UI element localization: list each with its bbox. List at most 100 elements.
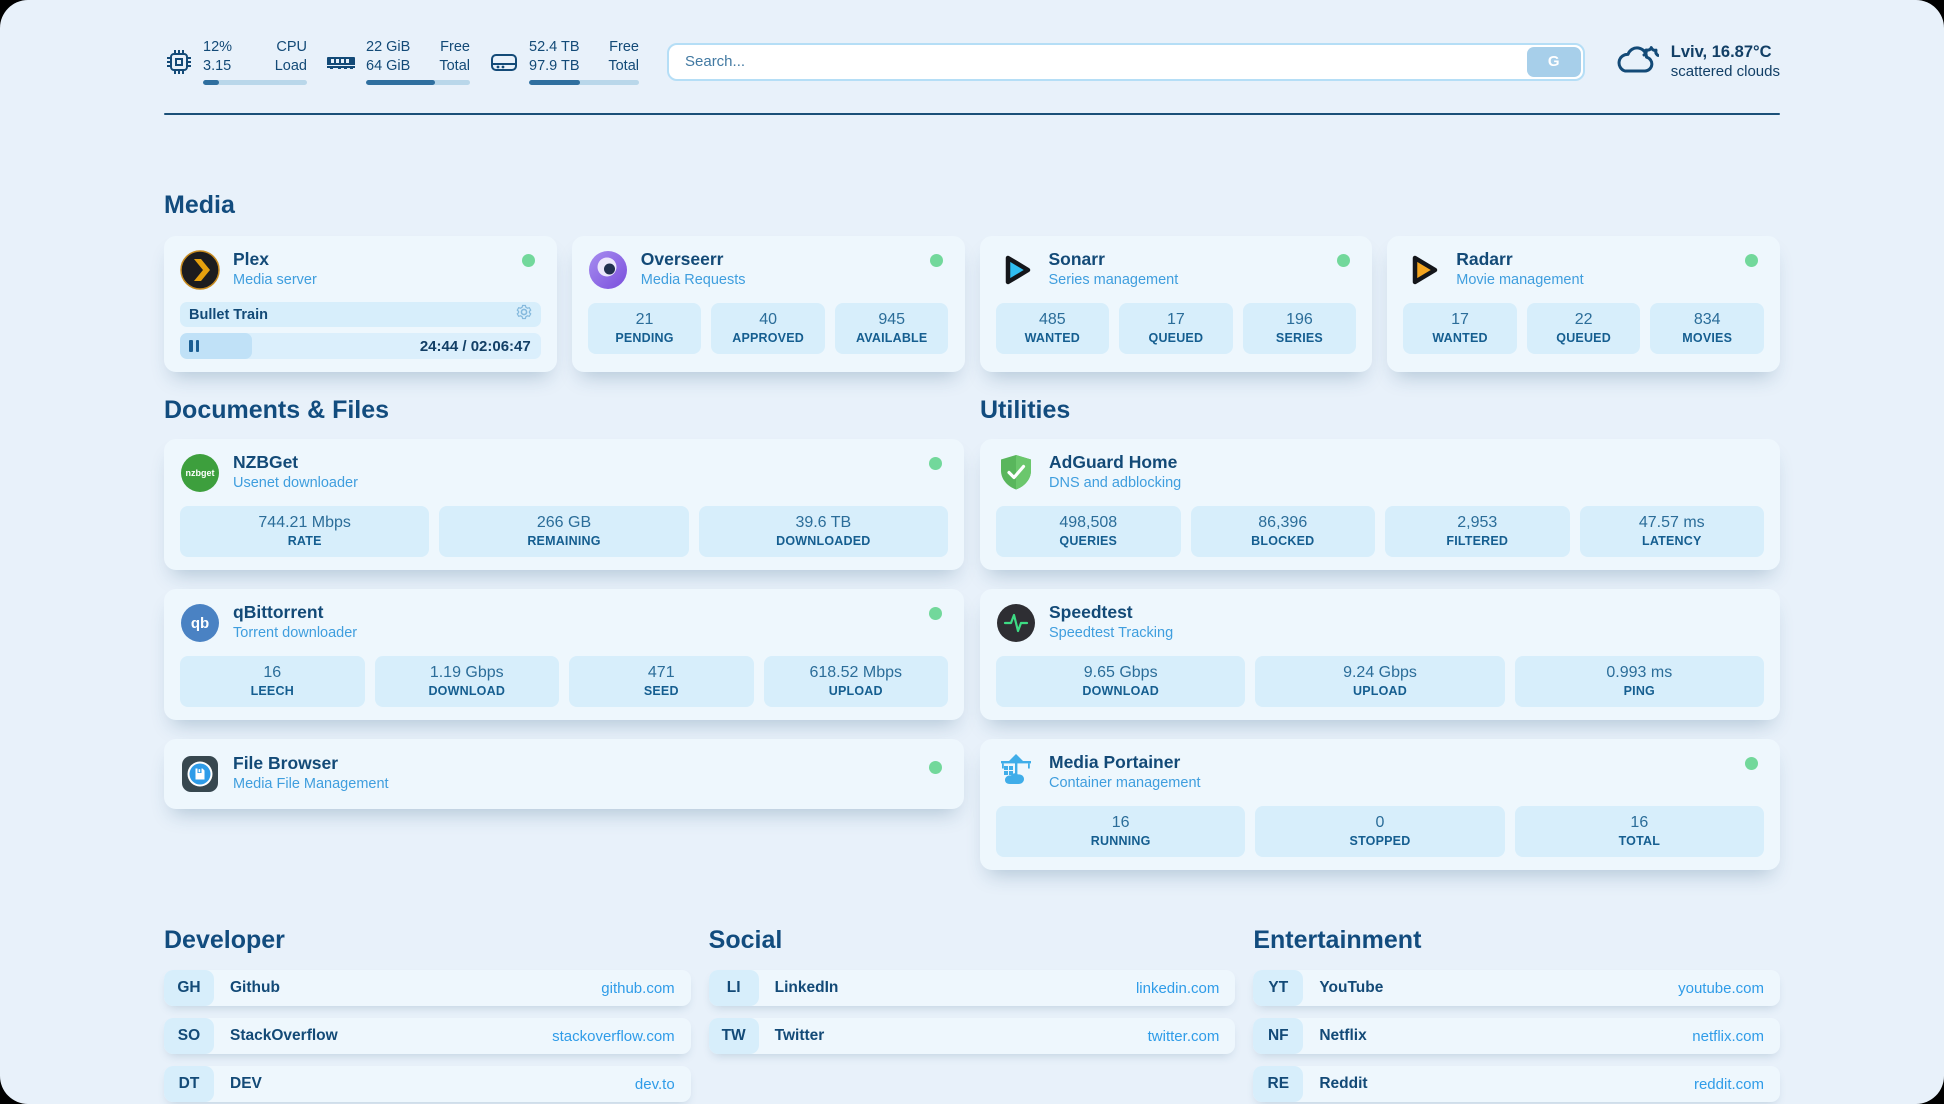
header-divider <box>164 113 1780 115</box>
card-filebrowser[interactable]: File Browser Media File Management <box>164 739 964 809</box>
app-name: Speedtest <box>1049 602 1173 623</box>
app-subtitle: Series management <box>1049 270 1179 291</box>
disk-free-label: Free <box>599 38 639 57</box>
nzbget-icon-text: nzbget <box>186 468 215 478</box>
cpu-usage-value: 12% <box>203 38 253 57</box>
card-portainer[interactable]: Media Portainer Container management 16 … <box>980 739 1780 870</box>
stat-filtered: 2,953 FILTERED <box>1385 506 1570 557</box>
app-name: Media Portainer <box>1049 752 1201 773</box>
stat-upload: 618.52 Mbps UPLOAD <box>764 656 949 707</box>
stat-download: 1.19 Gbps DOWNLOAD <box>375 656 560 707</box>
link-github[interactable]: GH Github github.com <box>164 970 691 1006</box>
disk-icon <box>488 47 520 77</box>
pause-icon <box>189 340 199 352</box>
system-stats: 12% 3.15 CPU Load <box>164 38 639 85</box>
stat-queued: 17 QUEUED <box>1119 303 1233 354</box>
stat-available: 945 AVAILABLE <box>835 303 949 354</box>
google-search-button[interactable]: G <box>1527 47 1581 77</box>
card-plex[interactable]: Plex Media server Bullet Train 24:44 / 0… <box>164 236 557 372</box>
stat-queries: 498,508 QUERIES <box>996 506 1181 557</box>
stat-blocked: 86,396 BLOCKED <box>1191 506 1376 557</box>
section-heading-media: Media <box>164 191 1780 220</box>
gear-icon[interactable] <box>516 304 532 325</box>
twitter-badge: TW <box>709 1018 759 1054</box>
cpu-meter <box>203 80 307 85</box>
cpu-meter-fill <box>203 80 219 85</box>
plex-icon <box>180 250 220 290</box>
status-dot <box>522 254 535 267</box>
github-badge: GH <box>164 970 214 1006</box>
dashboard-page: 12% 3.15 CPU Load <box>0 0 1944 1104</box>
disk-meter-fill <box>529 80 580 85</box>
link-dev[interactable]: DT DEV dev.to <box>164 1066 691 1102</box>
overseerr-icon <box>588 250 628 290</box>
playback-time: 24:44 / 02:06:47 <box>420 333 531 359</box>
card-qbittorrent[interactable]: qb qBittorrent Torrent downloader 16 LEE… <box>164 589 964 720</box>
stat-rate: 744.21 Mbps RATE <box>180 506 429 557</box>
app-name: NZBGet <box>233 452 358 473</box>
utilities-column: AdGuard Home DNS and adblocking 498,508 … <box>980 439 1780 870</box>
ram-free-label: Free <box>430 38 470 57</box>
app-subtitle: Movie management <box>1456 270 1583 291</box>
stat-approved: 40 APPROVED <box>711 303 825 354</box>
linkedin-badge: LI <box>709 970 759 1006</box>
app-name: qBittorrent <box>233 602 357 623</box>
stat-total: 16 TOTAL <box>1515 806 1764 857</box>
stat-movies: 834 MOVIES <box>1650 303 1764 354</box>
link-linkedin[interactable]: LI LinkedIn linkedin.com <box>709 970 1236 1006</box>
link-youtube[interactable]: YT YouTube youtube.com <box>1253 970 1780 1006</box>
card-adguard[interactable]: AdGuard Home DNS and adblocking 498,508 … <box>980 439 1780 570</box>
cloud-icon <box>1613 41 1659 82</box>
cpu-load-value: 3.15 <box>203 57 253 76</box>
section-heading-documents: Documents & Files <box>164 396 964 425</box>
weather-widget: Lviv, 16.87°C scattered clouds <box>1613 41 1780 82</box>
app-name: Overseerr <box>641 249 746 270</box>
portainer-icon <box>996 753 1036 793</box>
filebrowser-icon <box>180 754 220 794</box>
disk-stat: 52.4 TB 97.9 TB Free Total <box>488 38 639 85</box>
section-heading-developer: Developer <box>164 926 691 955</box>
app-name: Radarr <box>1456 249 1583 270</box>
documents-column: nzbget NZBGet Usenet downloader 744.21 M… <box>164 439 964 870</box>
stat-remaining: 266 GB REMAINING <box>439 506 688 557</box>
link-stackoverflow[interactable]: SO StackOverflow stackoverflow.com <box>164 1018 691 1054</box>
stat-downloaded: 39.6 TB DOWNLOADED <box>699 506 948 557</box>
search-input[interactable] <box>667 43 1585 81</box>
status-dot <box>930 254 943 267</box>
link-reddit[interactable]: RE Reddit reddit.com <box>1253 1066 1780 1102</box>
app-subtitle: Torrent downloader <box>233 623 357 644</box>
stat-upload: 9.24 Gbps UPLOAD <box>1255 656 1504 707</box>
reddit-badge: RE <box>1253 1066 1303 1102</box>
stat-download: 9.65 Gbps DOWNLOAD <box>996 656 1245 707</box>
stat-stopped: 0 STOPPED <box>1255 806 1504 857</box>
stat-running: 16 RUNNING <box>996 806 1245 857</box>
stackoverflow-badge: SO <box>164 1018 214 1054</box>
sonarr-icon <box>996 250 1036 290</box>
nzbget-icon: nzbget <box>180 453 220 493</box>
stat-series: 196 SERIES <box>1243 303 1357 354</box>
link-twitter[interactable]: TW Twitter twitter.com <box>709 1018 1236 1054</box>
card-overseerr[interactable]: Overseerr Media Requests 21 PENDING 40 A… <box>572 236 965 372</box>
stat-queued: 22 QUEUED <box>1527 303 1641 354</box>
status-dot <box>929 607 942 620</box>
status-dot <box>1745 757 1758 770</box>
card-speedtest[interactable]: Speedtest Speedtest Tracking 9.65 Gbps D… <box>980 589 1780 720</box>
media-grid: Plex Media server Bullet Train 24:44 / 0… <box>164 236 1780 372</box>
link-netflix[interactable]: NF Netflix netflix.com <box>1253 1018 1780 1054</box>
app-subtitle: Media server <box>233 270 317 291</box>
qbittorrent-icon-text: qb <box>191 615 209 632</box>
playback-progress: 24:44 / 02:06:47 <box>180 333 541 359</box>
card-nzbget[interactable]: nzbget NZBGet Usenet downloader 744.21 M… <box>164 439 964 570</box>
card-radarr[interactable]: Radarr Movie management 17 WANTED 22 QUE… <box>1387 236 1780 372</box>
card-sonarr[interactable]: Sonarr Series management 485 WANTED 17 Q… <box>980 236 1373 372</box>
cpu-load-label: Load <box>267 57 307 76</box>
app-subtitle: Media Requests <box>641 270 746 291</box>
disk-total-label: Total <box>599 57 639 76</box>
youtube-badge: YT <box>1253 970 1303 1006</box>
search-bar: G <box>667 43 1585 81</box>
disk-meter <box>529 80 639 85</box>
ram-free-value: 22 GiB <box>366 38 416 57</box>
stat-ping: 0.993 ms PING <box>1515 656 1764 707</box>
status-dot <box>929 457 942 470</box>
dev-badge: DT <box>164 1066 214 1102</box>
